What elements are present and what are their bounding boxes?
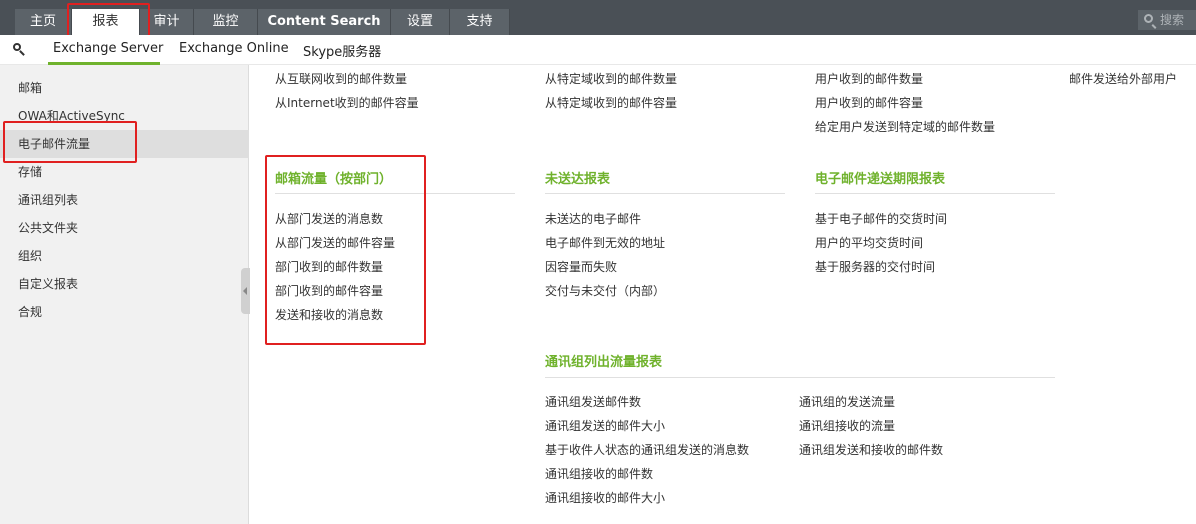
section-divider [815, 193, 1055, 194]
report-link[interactable]: 通讯组接收的邮件大小 [545, 489, 665, 506]
subtab-exchange-server[interactable]: Exchange Server [48, 41, 163, 65]
tab-home[interactable]: 主页 [15, 9, 72, 35]
report-link[interactable]: 通讯组发送的邮件大小 [545, 417, 665, 434]
sidebar-collapse-handle[interactable] [241, 268, 250, 314]
report-link[interactable]: 通讯组发送和接收的邮件数 [799, 441, 943, 458]
report-link[interactable]: 用户收到的邮件数量 [815, 70, 923, 87]
search-icon [1144, 14, 1153, 23]
sidebar-item-public-folders[interactable]: 公共文件夹 [0, 214, 249, 242]
report-link[interactable]: 基于服务器的交付时间 [815, 258, 935, 275]
report-link[interactable]: 从部门发送的邮件容量 [275, 234, 395, 251]
sidebar-item-custom-reports[interactable]: 自定义报表 [0, 270, 249, 298]
top-navigation-bar: 主页 报表 审计 监控 Content Search 设置 支持 搜索 [0, 0, 1196, 35]
report-link[interactable]: 基于收件人状态的通讯组发送的消息数 [545, 441, 749, 458]
report-link[interactable]: 电子邮件到无效的地址 [545, 234, 665, 251]
report-link[interactable]: 给定用户发送到特定域的邮件数量 [815, 118, 995, 135]
tab-support[interactable]: 支持 [450, 9, 510, 35]
tab-settings[interactable]: 设置 [391, 9, 450, 35]
section-title-delivery-sla: 电子邮件递送期限报表 [815, 172, 946, 187]
report-link[interactable]: 通讯组接收的流量 [799, 417, 895, 434]
section-title-mailbox-dept: 邮箱流量（按部门） [275, 172, 393, 187]
product-subnav: Exchange Server Exchange Online Skype服务器 [0, 35, 1196, 65]
report-link[interactable]: 通讯组接收的邮件数 [545, 465, 653, 482]
tab-audit[interactable]: 审计 [140, 9, 194, 35]
report-link[interactable]: 交付与未交付（内部） [545, 282, 665, 299]
sidebar-item-owa-activesync[interactable]: OWA和ActiveSync [0, 102, 249, 130]
report-link[interactable]: 邮件发送给外部用户 [1069, 70, 1177, 87]
report-category-sidebar: 邮箱 OWA和ActiveSync 电子邮件流量 存储 通讯组列表 公共文件夹 … [0, 65, 249, 524]
report-link[interactable]: 部门收到的邮件容量 [275, 282, 383, 299]
report-link[interactable]: 部门收到的邮件数量 [275, 258, 383, 275]
report-link[interactable]: 从特定域收到的邮件容量 [545, 94, 677, 111]
report-link[interactable]: 用户收到的邮件容量 [815, 94, 923, 111]
report-link[interactable]: 从部门发送的消息数 [275, 210, 383, 227]
section-divider [275, 193, 515, 194]
tab-content-search[interactable]: Content Search [258, 9, 391, 35]
report-link[interactable]: 从Internet收到的邮件容量 [275, 94, 419, 111]
report-link[interactable]: 从互联网收到的邮件数量 [275, 70, 407, 87]
report-link[interactable]: 通讯组的发送流量 [799, 393, 895, 410]
subtab-skype-server[interactable]: Skype服务器 [303, 41, 381, 65]
report-link[interactable]: 因容量而失败 [545, 258, 617, 275]
report-link[interactable]: 用户的平均交货时间 [815, 234, 923, 251]
sidebar-item-mailbox[interactable]: 邮箱 [0, 74, 249, 102]
search-icon[interactable] [12, 42, 26, 56]
report-link[interactable]: 发送和接收的消息数 [275, 306, 383, 323]
report-link[interactable]: 未送达的电子邮件 [545, 210, 641, 227]
section-divider [545, 193, 785, 194]
search-placeholder: 搜索 [1160, 13, 1185, 27]
section-title-undelivered: 未送达报表 [545, 172, 611, 187]
tab-reports[interactable]: 报表 [72, 9, 140, 35]
sidebar-item-organization[interactable]: 组织 [0, 242, 249, 270]
report-link[interactable]: 从特定域收到的邮件数量 [545, 70, 677, 87]
report-link[interactable]: 基于电子邮件的交货时间 [815, 210, 947, 227]
report-link[interactable]: 通讯组发送邮件数 [545, 393, 641, 410]
sidebar-item-storage[interactable]: 存储 [0, 158, 249, 186]
tab-monitor[interactable]: 监控 [194, 9, 258, 35]
sidebar-item-compliance[interactable]: 合规 [0, 298, 249, 326]
global-search-input[interactable]: 搜索 [1138, 10, 1196, 30]
sidebar-item-distribution-lists[interactable]: 通讯组列表 [0, 186, 249, 214]
sidebar-item-email-traffic[interactable]: 电子邮件流量 [0, 130, 249, 158]
section-divider [545, 377, 1055, 378]
section-title-dl-outbound: 通讯组列出流量报表 [545, 355, 663, 370]
subtab-exchange-online[interactable]: Exchange Online [179, 41, 289, 65]
